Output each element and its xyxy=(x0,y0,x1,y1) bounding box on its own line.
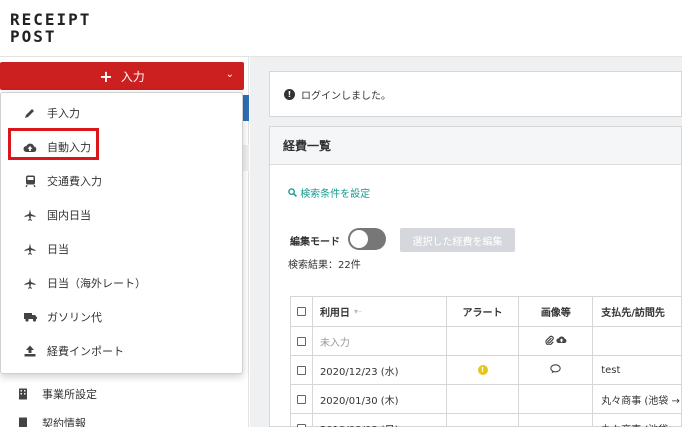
panel-header: 経費一覧 xyxy=(270,127,681,165)
payee-cell: test xyxy=(601,364,621,376)
date-cell: 未入力 xyxy=(313,327,447,355)
row-checkbox[interactable] xyxy=(296,394,306,404)
date-cell: 2019/09/08 (日) xyxy=(313,414,447,427)
sort-icon: ▾– xyxy=(353,307,362,316)
date-cell: 2020/12/23 (水) xyxy=(313,356,447,384)
comment-icon[interactable] xyxy=(550,363,562,377)
app-header: RECEIPT POST xyxy=(0,0,682,57)
edit-mode-label: 編集モード xyxy=(290,237,340,248)
plus-icon: + xyxy=(99,66,113,86)
table-row[interactable]: 2020/12/23 (水) ! test xyxy=(291,356,682,385)
info-icon: ! xyxy=(284,88,295,100)
table-row[interactable]: 2019/09/08 (日) 丸々商事 (池袋 → xyxy=(291,414,682,427)
select-all-checkbox[interactable] xyxy=(296,307,306,316)
menu-item-label: 交通費入力 xyxy=(47,175,102,188)
menu-item-domestic-allowance[interactable]: 国内日当 xyxy=(1,201,242,229)
search-icon xyxy=(288,188,300,200)
app-logo[interactable]: RECEIPT POST xyxy=(10,11,91,45)
expense-list-panel: 経費一覧 検索条件を設定 編集モード 選択した経費を編集 検索結果：22件 利用… xyxy=(269,126,682,427)
payee-cell: 丸々商事 (池袋 → xyxy=(601,395,680,407)
image-cell xyxy=(519,356,594,384)
row-checkbox[interactable] xyxy=(296,336,306,346)
paperclip-icon xyxy=(545,335,554,348)
column-header-alert: アラート xyxy=(447,297,520,326)
menu-item-gasoline[interactable]: ガソリン代 xyxy=(1,303,242,331)
panel-title: 経費一覧 xyxy=(283,139,332,153)
menu-item-label: 経費インポート xyxy=(47,345,124,358)
document-icon xyxy=(16,417,30,427)
upload-icon xyxy=(23,344,37,358)
truck-icon xyxy=(23,310,37,324)
logo-line-1: RECEIPT xyxy=(10,10,92,29)
column-header-label: アラート xyxy=(462,308,503,319)
payee-cell xyxy=(593,327,682,355)
plane-icon xyxy=(23,276,37,290)
sidebar-item-contract-info[interactable]: 契約情報 xyxy=(0,410,240,427)
date-cell: 2020/01/30 (木) xyxy=(313,385,447,413)
column-header-payee[interactable]: 支払先/訪問先 xyxy=(593,297,682,326)
pencil-icon xyxy=(23,106,37,120)
menu-item-overseas-allowance[interactable]: 日当（海外レート） xyxy=(1,269,242,297)
column-header-image: 画像等 xyxy=(519,297,594,326)
table-row[interactable]: 未入力 xyxy=(291,327,682,356)
row-select-cell xyxy=(291,414,313,427)
plane-icon xyxy=(23,242,37,256)
auto-input-highlight xyxy=(8,128,99,160)
chevron-down-icon: ⌄ xyxy=(225,69,234,80)
expense-table: 利用日 ▾– アラート 画像等 支払先/訪問先 未入力 2020/12/23 (水… xyxy=(290,296,682,427)
alert-cell: ! xyxy=(447,356,520,384)
row-select-cell xyxy=(291,327,313,355)
column-header-date[interactable]: 利用日 ▾– xyxy=(313,297,447,326)
menu-item-manual-input[interactable]: 手入力 xyxy=(1,99,242,127)
plane-icon xyxy=(23,208,37,222)
search-link-label: 検索条件を設定 xyxy=(300,189,371,200)
row-select-cell xyxy=(291,356,313,384)
train-icon xyxy=(23,174,37,188)
edit-selected-button[interactable]: 選択した経費を編集 xyxy=(400,228,515,252)
menu-item-label: 国内日当 xyxy=(47,209,91,222)
menu-item-label: ガソリン代 xyxy=(47,311,102,324)
menu-item-label: 日当 xyxy=(47,243,69,256)
menu-item-transport-input[interactable]: 交通費入力 xyxy=(1,167,242,195)
column-header-label: 支払先/訪問先 xyxy=(601,308,665,319)
table-row[interactable]: 2020/01/30 (木) 丸々商事 (池袋 → xyxy=(291,385,682,414)
alert-cell xyxy=(447,385,520,413)
alert-message: ログインしました。 xyxy=(301,90,391,102)
table-header-row: 利用日 ▾– アラート 画像等 支払先/訪問先 xyxy=(291,297,682,327)
toggle-knob xyxy=(350,230,368,248)
row-checkbox[interactable] xyxy=(296,365,306,375)
edit-mode-toggle[interactable] xyxy=(348,228,386,250)
menu-item-daily-allowance[interactable]: 日当 xyxy=(1,235,242,263)
select-all-cell xyxy=(291,297,313,326)
column-header-label: 利用日 xyxy=(319,308,350,319)
result-count: 検索結果：22件 xyxy=(288,260,361,271)
payee-cell: 丸々商事 (池袋 → xyxy=(593,414,682,427)
image-cell xyxy=(519,414,594,427)
image-cell xyxy=(519,327,594,355)
image-cell xyxy=(519,385,594,413)
sidebar-item-office-settings[interactable]: 事業所設定 xyxy=(0,381,240,407)
warning-icon[interactable]: ! xyxy=(477,365,488,375)
row-select-cell xyxy=(291,385,313,413)
add-button-label: 入力 xyxy=(120,69,145,84)
logo-line-2: POST xyxy=(10,27,57,46)
login-alert: ! ログインしました。 xyxy=(269,71,682,117)
sidebar-item-label: 事業所設定 xyxy=(42,388,97,401)
cloud-upload-icon xyxy=(556,335,567,347)
alert-cell xyxy=(447,414,520,427)
add-expense-button[interactable]: + 入力 ⌄ xyxy=(0,62,244,90)
menu-item-expense-import[interactable]: 経費インポート xyxy=(1,337,242,365)
sidebar-item-label: 契約情報 xyxy=(42,417,86,427)
search-conditions-link[interactable]: 検索条件を設定 xyxy=(288,185,370,200)
column-header-label: 画像等 xyxy=(540,308,571,319)
row-checkbox[interactable] xyxy=(296,423,306,427)
building-icon xyxy=(16,388,30,400)
menu-item-label: 手入力 xyxy=(47,107,80,120)
sidebar-active-indicator xyxy=(243,95,249,121)
menu-item-label: 日当（海外レート） xyxy=(47,277,146,290)
alert-cell xyxy=(447,327,520,355)
sidebar-strip xyxy=(243,145,249,171)
